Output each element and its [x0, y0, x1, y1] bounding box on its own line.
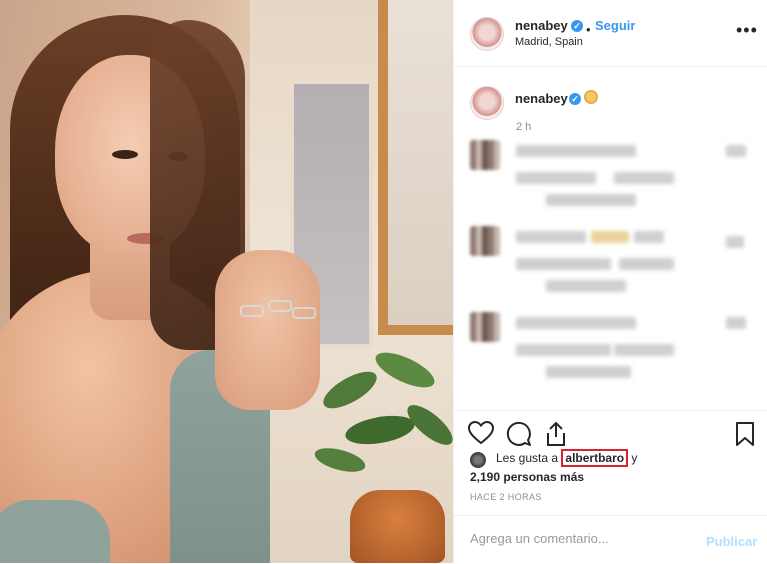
verified-badge-icon: ✓: [569, 93, 581, 105]
caption-avatar[interactable]: [470, 86, 504, 120]
blurred-text: [516, 317, 636, 329]
share-icon[interactable]: [544, 421, 568, 447]
blurred-text: [516, 344, 611, 356]
caption-time: 2 h: [516, 121, 532, 133]
blurred-text: [726, 145, 746, 157]
commenter-avatar[interactable]: [470, 312, 500, 342]
left-eye: [112, 150, 138, 159]
comment-input[interactable]: [468, 530, 692, 547]
separator-dot: •: [586, 22, 591, 37]
commenter-avatar[interactable]: [470, 226, 500, 256]
username-link[interactable]: nenabey: [515, 18, 568, 33]
blurred-text: [546, 280, 626, 292]
blurred-text: [516, 231, 586, 243]
likes-count-link[interactable]: 2,190 personas más: [470, 470, 584, 484]
blurred-text: [726, 236, 744, 248]
blurred-text: [516, 145, 636, 157]
comment-item: [454, 226, 767, 306]
likes-summary: Les gusta a albertbaro y: [496, 449, 638, 467]
blurred-text: [614, 344, 674, 356]
comment-form: Publicar: [454, 515, 767, 564]
follow-button[interactable]: Seguir: [595, 18, 635, 33]
blurred-text: [546, 194, 636, 206]
bear-emoji-icon: [584, 90, 598, 104]
location-link[interactable]: Madrid, Spain: [515, 36, 583, 48]
caption-username[interactable]: nenabey: [515, 91, 568, 106]
comment-icon[interactable]: [506, 421, 532, 447]
post-photo[interactable]: [0, 0, 453, 563]
ring: [240, 305, 264, 317]
blurred-text: [726, 317, 746, 329]
blurred-text: [516, 258, 611, 270]
avatar[interactable]: [470, 17, 504, 51]
blurred-text: [634, 231, 664, 243]
more-options-icon[interactable]: •••: [736, 20, 758, 41]
publish-button[interactable]: Publicar: [706, 534, 757, 549]
flower-pot: [350, 490, 445, 563]
heart-icon[interactable]: [468, 421, 494, 445]
blurred-emoji: [591, 231, 629, 243]
blurred-text: [619, 258, 674, 270]
liker-username-link[interactable]: albertbaro: [561, 449, 629, 467]
blurred-text: [614, 172, 674, 184]
blurred-text: [516, 172, 596, 184]
comment-item: [454, 312, 767, 392]
blurred-text: [546, 366, 631, 378]
post-side-panel: nenabey ✓ • Seguir Madrid, Spain ••• nen…: [453, 0, 767, 563]
liker-avatar[interactable]: [470, 452, 486, 468]
background-mirror: [378, 0, 453, 335]
post-header: nenabey ✓ • Seguir Madrid, Spain •••: [454, 0, 767, 67]
comment-item: [454, 140, 767, 220]
ring: [292, 307, 316, 319]
action-bar: [454, 410, 767, 451]
bookmark-icon[interactable]: [735, 421, 755, 447]
ring: [268, 300, 292, 312]
hand: [215, 250, 320, 410]
verified-badge-icon: ✓: [571, 20, 583, 32]
commenter-avatar[interactable]: [470, 140, 500, 170]
instagram-post: nenabey ✓ • Seguir Madrid, Spain ••• nen…: [0, 0, 767, 563]
post-timestamp: HACE 2 HORAS: [470, 492, 542, 502]
